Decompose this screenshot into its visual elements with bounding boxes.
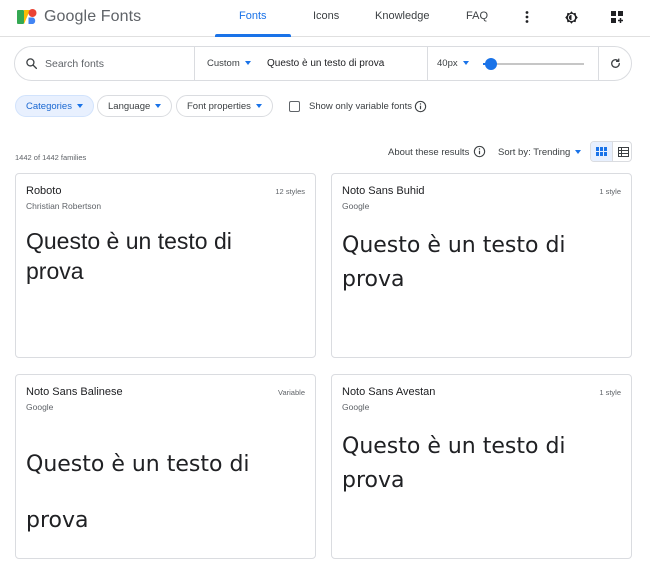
list-view-icon xyxy=(617,146,629,157)
chevron-down-icon xyxy=(244,61,251,66)
search-toolbar: Custom Questo è un testo di prova 40px xyxy=(14,46,632,81)
chevron-down-icon xyxy=(255,104,262,109)
preview-mode-select[interactable]: Custom xyxy=(207,58,251,69)
info-icon[interactable] xyxy=(414,100,427,113)
font-properties-filter-button[interactable]: Font properties xyxy=(176,95,273,117)
grid-apps-icon[interactable] xyxy=(609,9,625,25)
font-styles-count: 1 style xyxy=(599,187,621,196)
grid-view-button[interactable] xyxy=(591,142,612,161)
font-designer: Google xyxy=(342,201,370,211)
font-size-slider[interactable] xyxy=(483,58,584,70)
variable-fonts-checkbox[interactable] xyxy=(289,101,300,112)
search-divider xyxy=(194,47,195,80)
chevron-down-icon xyxy=(462,61,469,66)
font-properties-label: Font properties xyxy=(187,101,251,112)
font-card-noto-sans-buhid[interactable]: Noto Sans Buhid Google 1 style Questo è … xyxy=(331,173,632,358)
more-vert-icon[interactable] xyxy=(519,9,535,25)
google-fonts-logo-icon xyxy=(17,9,37,24)
chevron-down-icon xyxy=(76,104,83,109)
font-styles-count: 12 styles xyxy=(275,187,305,196)
sort-select[interactable]: Sort by: Trending xyxy=(498,147,582,158)
search-icon xyxy=(25,57,38,75)
info-icon[interactable] xyxy=(473,145,486,158)
top-navigation-bar: Google Fonts Fonts Icons Knowledge FAQ xyxy=(0,0,650,37)
font-size-select[interactable]: 40px xyxy=(437,58,469,69)
about-results-link[interactable]: About these results xyxy=(388,147,469,158)
refresh-icon[interactable] xyxy=(609,57,622,75)
font-card-noto-sans-balinese[interactable]: Noto Sans Balinese Google Variable Quest… xyxy=(15,374,316,559)
results-count: 1442 of 1442 families xyxy=(15,153,87,162)
categories-filter-button[interactable]: Categories xyxy=(15,95,94,117)
font-preview-text: Questo è un testo di prova xyxy=(26,228,232,284)
search-input[interactable] xyxy=(45,55,195,73)
font-family-name: Roboto xyxy=(26,185,62,197)
language-label: Language xyxy=(108,101,151,112)
categories-label: Categories xyxy=(26,101,72,112)
font-preview-text: Questo è un testo di prova xyxy=(342,434,566,493)
variable-fonts-label[interactable]: Show only variable fonts xyxy=(309,101,412,112)
font-styles-count: Variable xyxy=(278,388,305,397)
tab-icons[interactable]: Icons xyxy=(313,10,339,22)
slider-thumb[interactable] xyxy=(485,58,497,70)
sort-label: Sort by: Trending xyxy=(498,147,571,158)
font-preview-text: Questo è un testo di prova xyxy=(26,452,250,533)
font-size-label: 40px xyxy=(437,58,458,69)
language-filter-button[interactable]: Language xyxy=(97,95,173,117)
tab-fonts[interactable]: Fonts xyxy=(239,10,267,22)
tab-knowledge[interactable]: Knowledge xyxy=(375,10,429,22)
brand-name: Google Fonts xyxy=(44,8,142,25)
font-family-name: Noto Sans Avestan xyxy=(342,386,436,398)
font-styles-count: 1 style xyxy=(599,388,621,397)
font-family-name: Noto Sans Balinese xyxy=(26,386,123,398)
font-preview-text: Questo è un testo di prova xyxy=(342,233,566,292)
active-tab-indicator xyxy=(215,34,291,37)
search-divider xyxy=(598,47,599,80)
search-divider xyxy=(427,47,428,80)
view-toggle xyxy=(590,141,632,162)
font-designer: Google xyxy=(26,402,54,412)
font-family-name: Noto Sans Buhid xyxy=(342,185,425,197)
grid-view-icon xyxy=(596,146,607,156)
theme-toggle-icon[interactable] xyxy=(563,9,579,25)
tab-faq[interactable]: FAQ xyxy=(466,10,488,22)
google-fonts-logo[interactable]: Google Fonts xyxy=(16,7,141,27)
font-designer: Christian Robertson xyxy=(26,201,102,211)
chevron-down-icon xyxy=(575,150,582,155)
chevron-down-icon xyxy=(155,104,162,109)
font-card-roboto[interactable]: Roboto Christian Robertson 12 styles Que… xyxy=(15,173,316,358)
font-designer: Google xyxy=(342,402,370,412)
font-card-noto-sans-avestan[interactable]: Noto Sans Avestan Google 1 style Questo … xyxy=(331,374,632,559)
list-view-button[interactable] xyxy=(612,142,631,161)
preview-mode-label: Custom xyxy=(207,58,240,69)
preview-text-input[interactable]: Questo è un testo di prova xyxy=(267,58,384,69)
